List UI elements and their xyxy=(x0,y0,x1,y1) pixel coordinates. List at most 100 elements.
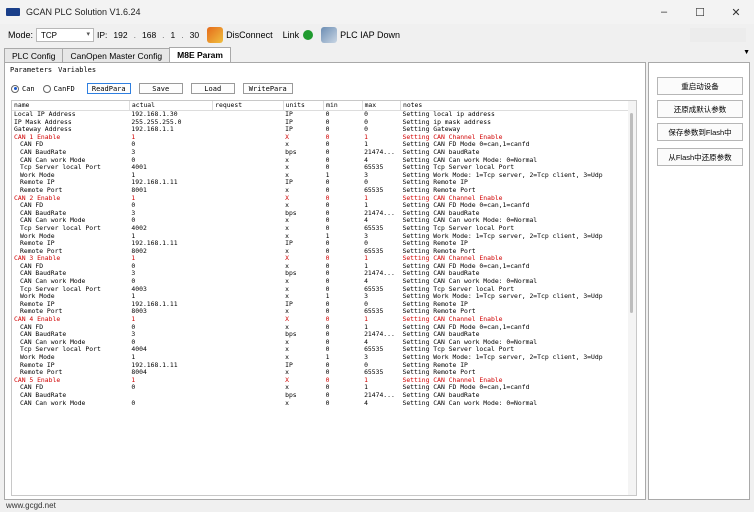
table-row[interactable]: CAN BaudRate bps 0 21474... Setting CAN baud… xyxy=(12,392,636,400)
cell-request[interactable] xyxy=(213,346,283,354)
maximize-button[interactable]: ☐ xyxy=(682,0,718,24)
cell-actual[interactable]: 3 xyxy=(129,331,212,339)
parameter-grid[interactable]: name actual request units min max notes … xyxy=(11,100,637,496)
cell-actual[interactable]: 4001 xyxy=(129,164,212,172)
table-row[interactable]: CAN Can work Mode 0 x 0 4 Setting CAN Can wor… xyxy=(12,217,636,225)
table-row[interactable]: Local IP Address 192.168.1.30 IP 0 0 Setting … xyxy=(12,111,636,119)
cell-actual[interactable]: 0 xyxy=(129,384,212,392)
table-row[interactable]: CAN FD 0 x 0 1 Setting CAN FD Mode 0=can,1=ca… xyxy=(12,202,636,210)
table-row[interactable]: Work Mode 1 x 1 3 Setting Work Mode: 1=Tcp se… xyxy=(12,293,636,301)
cell-actual[interactable]: 192.168.1.11 xyxy=(129,240,212,248)
plc-download-icon[interactable] xyxy=(321,27,338,43)
cell-actual[interactable]: 1 xyxy=(129,172,212,180)
cell-request[interactable] xyxy=(213,362,283,370)
cell-request[interactable] xyxy=(213,384,283,392)
column-header-request[interactable]: request xyxy=(212,101,284,111)
cell-request[interactable] xyxy=(213,217,283,225)
cell-request[interactable] xyxy=(213,400,283,408)
cell-request[interactable] xyxy=(213,172,283,180)
cell-request[interactable] xyxy=(213,233,283,241)
table-row[interactable]: CAN 4 Enable 1 X 0 1 Setting CAN Channel Enab… xyxy=(12,316,636,324)
cell-actual[interactable]: 1 xyxy=(129,134,212,142)
cell-actual[interactable]: 8004 xyxy=(129,369,212,377)
cell-request[interactable] xyxy=(213,339,283,347)
cell-actual[interactable]: 0 xyxy=(129,202,212,210)
save-button[interactable]: Save xyxy=(138,83,183,94)
cell-request[interactable] xyxy=(213,157,283,165)
cell-request[interactable] xyxy=(213,308,283,316)
table-row[interactable]: CAN FD 0 x 0 1 Setting CAN FD Mode 0=can,1=ca… xyxy=(12,141,636,149)
cell-actual[interactable]: 4002 xyxy=(129,225,212,233)
cell-actual[interactable]: 0 xyxy=(129,263,212,271)
table-row[interactable]: Work Mode 1 x 1 3 Setting Work Mode: 1=Tcp se… xyxy=(12,172,636,180)
table-row[interactable]: CAN 1 Enable 1 X 0 1 Setting CAN Channel Enab… xyxy=(12,134,636,142)
cell-actual[interactable] xyxy=(129,392,212,400)
cell-actual[interactable]: 8001 xyxy=(129,187,212,195)
cell-actual[interactable]: 1 xyxy=(129,293,212,301)
cell-actual[interactable]: 1 xyxy=(129,377,212,385)
cell-actual[interactable]: 3 xyxy=(129,149,212,157)
cell-actual[interactable]: 3 xyxy=(129,270,212,278)
subtab-variables[interactable]: Variables xyxy=(55,65,99,75)
cell-actual[interactable]: 1 xyxy=(129,195,212,203)
cell-request[interactable] xyxy=(213,202,283,210)
ip-octet-2[interactable]: 168 xyxy=(142,30,156,40)
tab-plc-config[interactable]: PLC Config xyxy=(4,48,64,62)
cell-actual[interactable]: 0 xyxy=(129,400,212,408)
cell-request[interactable] xyxy=(213,369,283,377)
table-row[interactable]: CAN 5 Enable 1 X 0 1 Setting CAN Channel Enab… xyxy=(12,377,636,385)
disconnect-button[interactable]: DisConnect xyxy=(226,30,273,40)
cell-request[interactable] xyxy=(213,179,283,187)
cell-actual[interactable]: 192.168.1.11 xyxy=(129,301,212,309)
cell-request[interactable] xyxy=(213,263,283,271)
ip-octet-3[interactable]: 1 xyxy=(171,30,176,40)
cell-request[interactable] xyxy=(213,134,283,142)
cell-actual[interactable]: 4004 xyxy=(129,346,212,354)
table-row[interactable]: Tcp Server local Port 4003 x 0 65535 Setting … xyxy=(12,286,636,294)
cell-actual[interactable]: 192.168.1.11 xyxy=(129,362,212,370)
tab-canopen-master-config[interactable]: CanOpen Master Config xyxy=(62,48,171,62)
column-header-max[interactable]: max xyxy=(362,101,401,111)
table-row[interactable]: CAN BaudRate 3 bps 0 21474... Setting CAN bau… xyxy=(12,331,636,339)
radio-canfd[interactable] xyxy=(42,84,51,93)
cell-actual[interactable]: 0 xyxy=(129,157,212,165)
table-row[interactable]: Remote Port 8004 x 0 65535 Setting Remote Por… xyxy=(12,369,636,377)
cell-request[interactable] xyxy=(213,377,283,385)
restart-device-button[interactable]: 重启动设备 xyxy=(657,77,743,95)
cell-request[interactable] xyxy=(213,255,283,263)
table-row[interactable]: Remote Port 8002 x 0 65535 Setting Remote Por… xyxy=(12,248,636,256)
table-row[interactable]: CAN Can work Mode 0 x 0 4 Setting CAN Can wor… xyxy=(12,400,636,408)
cell-request[interactable] xyxy=(213,126,283,134)
table-row[interactable]: CAN BaudRate 3 bps 0 21474... Setting CAN bau… xyxy=(12,270,636,278)
table-row[interactable]: IP Mask Address 255.255.255.0 IP 0 0 Setting … xyxy=(12,119,636,127)
table-row[interactable]: Remote IP 192.168.1.11 IP 0 0 Setting Remote … xyxy=(12,179,636,187)
cell-request[interactable] xyxy=(213,392,283,400)
cell-actual[interactable]: 8002 xyxy=(129,248,212,256)
cell-request[interactable] xyxy=(213,293,283,301)
cell-actual[interactable]: 255.255.255.0 xyxy=(129,119,212,127)
cell-actual[interactable]: 0 xyxy=(129,324,212,332)
table-row[interactable]: CAN FD 0 x 0 1 Setting CAN FD Mode 0=can,1=ca… xyxy=(12,324,636,332)
cell-actual[interactable]: 192.168.1.1 xyxy=(129,126,212,134)
tab-m8e-param[interactable]: M8E Param xyxy=(169,47,231,62)
cell-request[interactable] xyxy=(213,187,283,195)
tabs-overflow-icon[interactable]: ▼ xyxy=(743,49,750,56)
table-row[interactable]: CAN BaudRate 3 bps 0 21474... Setting CAN bau… xyxy=(12,210,636,218)
table-row[interactable]: Remote IP 192.168.1.11 IP 0 0 Setting Remote … xyxy=(12,362,636,370)
save-to-flash-button[interactable]: 保存参数到Flash中 xyxy=(657,123,743,141)
cell-request[interactable] xyxy=(213,248,283,256)
scrollbar-thumb[interactable] xyxy=(630,113,633,313)
cell-request[interactable] xyxy=(213,111,283,119)
column-header-notes[interactable]: notes xyxy=(400,101,636,111)
table-row[interactable]: CAN FD 0 x 0 1 Setting CAN FD Mode 0=can,1=ca… xyxy=(12,263,636,271)
write-para-button[interactable]: WritePara xyxy=(242,83,293,94)
cell-actual[interactable]: 1 xyxy=(129,316,212,324)
cell-request[interactable] xyxy=(213,316,283,324)
cell-actual[interactable]: 4003 xyxy=(129,286,212,294)
table-row[interactable]: CAN FD 0 x 0 1 Setting CAN FD Mode 0=can,1=ca… xyxy=(12,384,636,392)
cell-request[interactable] xyxy=(213,270,283,278)
ip-octet-4[interactable]: 30 xyxy=(190,30,199,40)
cell-actual[interactable]: 1 xyxy=(129,354,212,362)
cell-actual[interactable]: 192.168.1.30 xyxy=(129,111,212,119)
table-row[interactable]: CAN 3 Enable 1 X 0 1 Setting CAN Channel Enab… xyxy=(12,255,636,263)
